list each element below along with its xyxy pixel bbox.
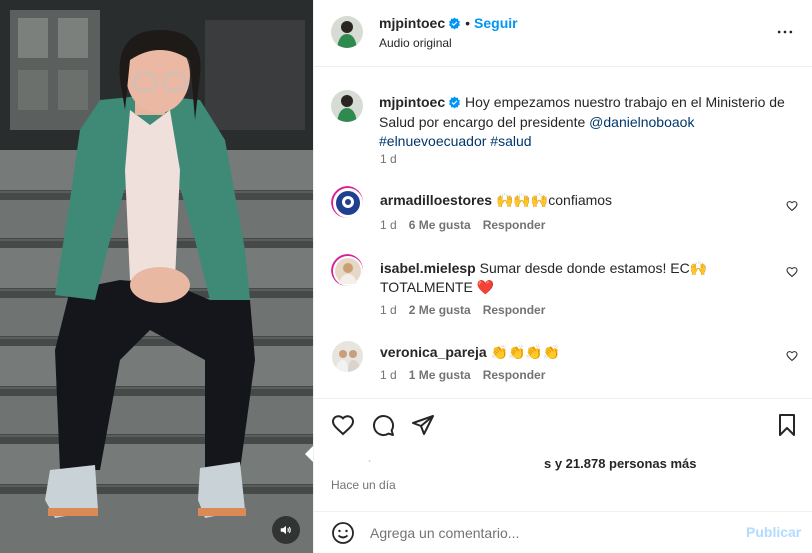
- post-photo: [0, 0, 313, 553]
- comments-scroll-area[interactable]: mjpintoec Hoy empezamos nuestro trabajo …: [314, 68, 812, 398]
- comment-time[interactable]: 1 d: [380, 218, 397, 232]
- audio-label[interactable]: Audio original: [379, 36, 452, 50]
- comment-likes[interactable]: 6 Me gusta: [409, 218, 471, 232]
- share-button[interactable]: [411, 413, 435, 440]
- media-edge-notch: [305, 446, 313, 462]
- post-caption: mjpintoec Hoy empezamos nuestro trabajo …: [379, 93, 799, 152]
- comment-likes[interactable]: 1 Me gusta: [409, 368, 471, 382]
- comment-meta: 1 d 2 Me gusta Responder: [380, 303, 545, 317]
- caption-timestamp[interactable]: 1 d: [380, 152, 397, 166]
- verified-badge-icon: [449, 17, 461, 30]
- header-user-line: mjpintoec • Seguir: [379, 15, 518, 31]
- comment-text-block: isabel.mielesp Sumar desde donde estamos…: [380, 259, 775, 297]
- comment-text: 👏👏👏👏: [490, 344, 561, 360]
- add-comment-bar: Publicar: [314, 511, 812, 553]
- commenter-avatar[interactable]: [331, 186, 363, 218]
- commenter-avatar[interactable]: [331, 254, 363, 286]
- like-button[interactable]: [331, 413, 355, 440]
- emoji-icon: [332, 522, 354, 544]
- comment-like-icon[interactable]: [786, 200, 798, 212]
- comment-button[interactable]: [371, 413, 395, 440]
- comment-text: 🙌🙌🙌confiamos: [495, 192, 613, 208]
- author-username[interactable]: mjpintoec: [379, 15, 445, 31]
- comment-reply-button[interactable]: Responder: [483, 303, 546, 317]
- commenter-username[interactable]: isabel.mielesp: [380, 260, 476, 276]
- sound-icon: [280, 525, 291, 535]
- post-actions-section: · s y 21.878 personas más Hace un día Pu…: [314, 398, 812, 553]
- comment-like-icon[interactable]: [786, 350, 798, 362]
- publish-button[interactable]: Publicar: [746, 524, 801, 540]
- comment-text-block: armadilloestores 🙌🙌🙌confiamos: [380, 191, 775, 210]
- comment-meta: 1 d 1 Me gusta Responder: [380, 368, 545, 382]
- share-icon: [412, 415, 434, 435]
- post-time-ago[interactable]: Hace un día: [331, 478, 396, 492]
- post-media[interactable]: [0, 0, 313, 553]
- save-button[interactable]: [775, 413, 799, 440]
- follow-button[interactable]: Seguir: [474, 15, 518, 31]
- comment-reply-button[interactable]: Responder: [483, 368, 546, 382]
- commenter-avatar[interactable]: [331, 340, 363, 372]
- comment-reply-button[interactable]: Responder: [483, 218, 546, 232]
- more-options-icon: [777, 30, 793, 34]
- comment-likes[interactable]: 2 Me gusta: [409, 303, 471, 317]
- post-side-panel: mjpintoec • Seguir Audio original mjpintoe…: [313, 0, 812, 553]
- caption-author-avatar[interactable]: [331, 90, 363, 122]
- header-dot-separator: •: [465, 15, 471, 31]
- comment-time[interactable]: 1 d: [380, 368, 397, 382]
- heart-icon: [331, 415, 355, 436]
- commenter-username[interactable]: armadilloestores: [380, 192, 492, 208]
- post-header: mjpintoec • Seguir Audio original: [314, 0, 812, 67]
- comment-icon: [373, 415, 395, 437]
- verified-badge-icon: [449, 96, 461, 109]
- bookmark-icon: [779, 414, 795, 436]
- more-options-button[interactable]: [775, 22, 795, 45]
- likes-count-text[interactable]: s y 21.878 personas más: [544, 456, 697, 471]
- comment-meta: 1 d 6 Me gusta Responder: [380, 218, 545, 232]
- author-avatar[interactable]: [331, 16, 363, 48]
- sound-toggle-button[interactable]: [272, 516, 300, 544]
- comment-like-icon[interactable]: [786, 266, 798, 278]
- commenter-username[interactable]: veronica_pareja: [380, 344, 487, 360]
- comment-input[interactable]: [370, 522, 740, 544]
- caption-mention-link[interactable]: @danielnoboaok: [589, 114, 694, 130]
- likes-faded-avatars: ·: [368, 456, 372, 468]
- comment-text-block: veronica_pareja 👏👏👏👏: [380, 343, 775, 362]
- caption-username[interactable]: mjpintoec: [379, 94, 445, 110]
- emoji-button[interactable]: [331, 521, 355, 548]
- comment-time[interactable]: 1 d: [380, 303, 397, 317]
- caption-hashtags[interactable]: #elnuevoecuador #salud: [379, 133, 532, 149]
